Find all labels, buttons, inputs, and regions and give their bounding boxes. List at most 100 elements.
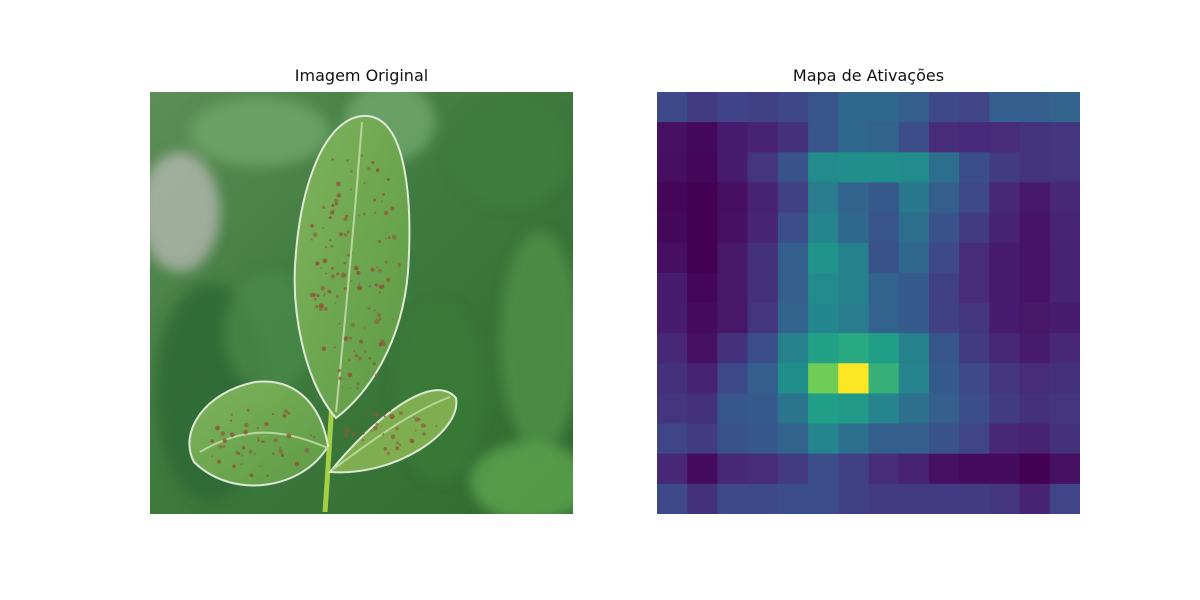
- heatmap-cell: [717, 483, 749, 514]
- rust-spot: [336, 193, 341, 198]
- rust-spot: [378, 268, 382, 273]
- heatmap-cell: [989, 272, 1021, 304]
- heatmap-cell: [898, 423, 930, 455]
- original-image-title: Imagem Original: [294, 66, 429, 85]
- rust-spot: [384, 260, 388, 264]
- rust-spot: [320, 266, 323, 269]
- rust-spot: [363, 182, 366, 185]
- heatmap-cell: [687, 182, 719, 214]
- heatmap-cell: [687, 423, 719, 455]
- rust-spot: [353, 265, 359, 271]
- rust-spot: [315, 305, 319, 309]
- heatmap-cell: [687, 212, 719, 244]
- rust-spot: [358, 214, 361, 217]
- heatmap-cell: [657, 363, 688, 395]
- rust-spot: [362, 212, 366, 216]
- heatmap-cell: [777, 182, 809, 214]
- rust-spot: [409, 438, 414, 443]
- rust-spot: [421, 423, 426, 428]
- rust-spot: [356, 270, 361, 275]
- heatmap-cell: [928, 122, 960, 153]
- heatmap-cell: [747, 363, 779, 395]
- heatmap-cell: [1019, 363, 1051, 395]
- rust-spot: [249, 473, 254, 478]
- heatmap-cell: [959, 363, 990, 395]
- heatmap-cell: [898, 92, 930, 123]
- heatmap-cell: [838, 303, 870, 334]
- rust-spot: [374, 412, 380, 418]
- heatmap-cell: [747, 453, 779, 485]
- rust-spot: [335, 295, 339, 299]
- heatmap-cell: [687, 363, 719, 395]
- heatmap-cell: [928, 92, 960, 123]
- heatmap-cell: [1019, 303, 1051, 334]
- rust-spot: [345, 427, 351, 433]
- rust-spot: [222, 445, 226, 448]
- heatmap-cell: [657, 423, 688, 455]
- rust-spot: [220, 431, 225, 436]
- rust-spot: [272, 413, 274, 416]
- heatmap-cell: [928, 333, 960, 364]
- heatmap-cell: [687, 393, 719, 425]
- rust-spot: [256, 427, 259, 430]
- heatmap-cell: [838, 182, 870, 214]
- heatmap-cell: [777, 363, 809, 395]
- rust-spot: [264, 422, 269, 426]
- heatmap-cell: [868, 333, 900, 364]
- rust-spot: [278, 449, 283, 454]
- heatmap-cell: [808, 393, 839, 425]
- rust-spot: [412, 416, 415, 418]
- rust-spot: [310, 224, 314, 228]
- rust-spot: [372, 411, 375, 415]
- rust-spot: [253, 452, 256, 455]
- heatmap-cell: [959, 272, 990, 304]
- heatmap-cell: [928, 453, 960, 485]
- heatmap-cell: [838, 242, 870, 274]
- rust-spot: [333, 346, 336, 349]
- rust-spot: [211, 455, 214, 458]
- rust-spot: [361, 438, 365, 442]
- heatmap-cell: [777, 272, 809, 304]
- heatmap-cell: [989, 393, 1021, 425]
- rust-spot: [370, 429, 373, 432]
- rust-spot: [383, 447, 388, 451]
- heatmap-cell: [808, 272, 839, 304]
- heatmap-cell: [777, 453, 809, 485]
- rust-spot: [376, 312, 382, 318]
- heatmap-cell: [959, 182, 990, 214]
- rust-spot: [375, 422, 379, 426]
- heatmap-cell: [959, 333, 990, 364]
- heatmap-cell: [868, 363, 900, 395]
- heatmap-cell: [657, 393, 688, 425]
- rust-spot: [323, 294, 325, 297]
- heatmap-cell: [1019, 453, 1051, 485]
- heatmap-cell: [928, 152, 960, 184]
- heatmap-cell: [657, 303, 688, 334]
- rust-spot: [387, 236, 391, 240]
- heatmap-cell: [687, 303, 719, 334]
- rust-spot: [349, 336, 352, 340]
- rust-spot: [346, 230, 350, 234]
- heatmap-cell: [777, 423, 809, 455]
- rust-spot: [246, 408, 250, 412]
- heatmap-cell: [928, 483, 960, 514]
- rust-spot: [309, 434, 313, 437]
- heatmap-cell: [657, 152, 688, 184]
- heatmap-cell: [717, 152, 749, 184]
- rust-spot: [414, 429, 417, 432]
- rust-spot: [350, 280, 353, 282]
- rust-spot: [357, 285, 362, 291]
- heatmap-cell: [1019, 423, 1051, 455]
- heatmap-cell: [808, 333, 839, 364]
- rust-spot: [383, 415, 386, 418]
- heatmap-cell: [717, 363, 749, 395]
- heatmap-cell: [959, 303, 990, 334]
- rust-spot: [325, 246, 328, 249]
- heatmap-cell: [777, 152, 809, 184]
- original-image-panel: [150, 92, 573, 514]
- rust-spot: [329, 239, 332, 242]
- heatmap-cell: [1049, 242, 1080, 274]
- rust-spot: [343, 233, 346, 235]
- heatmap-cell: [717, 423, 749, 455]
- rust-spot: [390, 206, 395, 211]
